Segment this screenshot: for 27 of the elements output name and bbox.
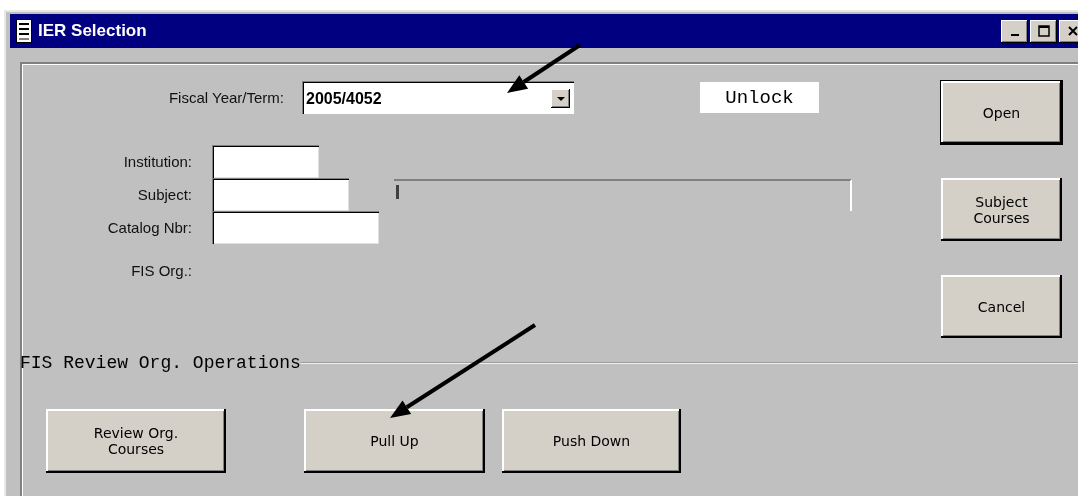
field-label: Institution: bbox=[122, 153, 192, 170]
window-title: IER Selection bbox=[38, 21, 148, 41]
field-label: Catalog Nbr: bbox=[106, 219, 192, 236]
close-icon bbox=[1066, 25, 1078, 37]
action-button[interactable]: Push Down bbox=[502, 409, 681, 473]
field-label: Fiscal Year/Term: bbox=[167, 89, 284, 106]
input-field[interactable] bbox=[212, 211, 379, 244]
minimize-icon bbox=[1010, 34, 1019, 36]
minimize-button[interactable] bbox=[1001, 19, 1028, 43]
dialog-button[interactable]: Subject Courses bbox=[941, 178, 1062, 241]
maximize-icon bbox=[1037, 25, 1050, 37]
action-button[interactable]: Pull Up bbox=[304, 409, 485, 473]
field-label: FIS Org.: bbox=[130, 262, 192, 279]
field-label: Subject: bbox=[136, 186, 192, 203]
close-button[interactable] bbox=[1059, 19, 1078, 43]
caret-icon bbox=[556, 96, 565, 101]
document-icon bbox=[16, 19, 32, 43]
dialog-button[interactable]: Cancel bbox=[941, 275, 1062, 338]
fiscal-year-dropdown[interactable]: 2005/4052 bbox=[302, 81, 574, 114]
group-title: FIS Review Org. Operations bbox=[20, 353, 301, 373]
maximize-button[interactable] bbox=[1030, 19, 1057, 43]
dialog-button[interactable]: Open bbox=[941, 81, 1062, 144]
input-field[interactable] bbox=[212, 145, 319, 178]
input-field[interactable] bbox=[212, 178, 349, 211]
dropdown-button[interactable] bbox=[551, 89, 570, 108]
action-button[interactable]: Review Org. Courses bbox=[46, 409, 226, 473]
unlock-label: Unlock bbox=[700, 82, 819, 113]
